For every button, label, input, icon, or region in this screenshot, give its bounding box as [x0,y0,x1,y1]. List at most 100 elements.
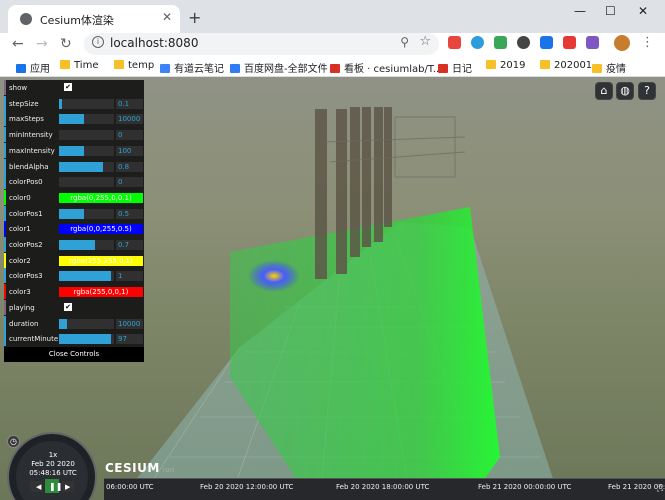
color-input[interactable]: rgba(255,0,0,1) [59,287,143,298]
control-label: duration [9,319,39,328]
control-row-colorPos2: colorPos2 0.7 [4,237,144,253]
extension-5-icon[interactable] [540,36,553,49]
slider[interactable] [59,177,114,188]
control-label: maxIntensity [9,146,55,155]
number-input[interactable]: 0.5 [116,208,143,219]
help-icon[interactable]: ? [638,82,656,100]
bookmark-item[interactable]: Time [60,60,98,71]
slider-fill [59,98,62,109]
bookmark-item[interactable]: 有道云笔记 [160,60,224,75]
control-label: color1 [9,225,31,234]
control-label: show [9,84,28,92]
slider[interactable] [59,145,114,156]
number-input[interactable]: 100 [116,145,143,156]
bookmark-label: 看板 · cesiumlab/T... [344,64,443,75]
control-marker [4,205,6,221]
number-input[interactable]: 0.8 [116,161,143,172]
checkbox[interactable]: ✔ [64,302,72,311]
svg-text:◀: ◀ [36,483,42,491]
color-input[interactable]: rgba(255,255,0,1) [59,255,143,266]
bookmark-item[interactable]: 日记 [438,60,472,75]
timeline[interactable]: ⛶ 06:00:00 UTC Feb 20 2020 12:00:00 UTC Fe… [104,478,665,500]
bookmark-item[interactable]: 百度网盘-全部文件 [230,60,328,75]
number-input[interactable]: 0.1 [116,98,143,109]
bookmark-item[interactable]: 看板 · cesiumlab/T... [330,60,442,75]
profile-avatar[interactable] [614,35,630,51]
number-input[interactable]: 1 [116,271,143,282]
slider-fill [59,334,112,345]
number-input[interactable]: 0.7 [116,240,143,250]
extension-3-icon[interactable] [494,36,507,49]
bookmarks-bar: 应用 Time temp 有道云笔记 百度网盘-全部文件 看板 · cesiumlab/T… [0,57,665,77]
browser-menu-icon[interactable]: ⋮ [641,35,654,50]
apps-icon [16,64,26,73]
zoom-icon[interactable]: ⚲ [400,35,409,49]
checkbox[interactable]: ✔ [64,83,72,91]
control-marker [4,221,6,237]
slider[interactable] [59,161,114,172]
number-input[interactable]: 0 [116,177,143,188]
title-bar: Cesium体渲染 ✕ + — ☐ ✕ [0,0,665,33]
minimize-button[interactable]: — [574,4,586,18]
globe-icon[interactable]: ◍ [616,82,634,100]
slider[interactable] [59,114,114,125]
folder-icon [114,60,124,69]
control-marker [4,80,6,95]
control-marker [4,127,6,143]
svg-text:❚❚: ❚❚ [49,482,62,491]
slider[interactable] [59,318,114,329]
extension-1-icon[interactable] [448,36,461,49]
clock-info-icon[interactable]: ◷ [7,435,20,448]
control-marker [4,111,6,127]
bookmark-label: 百度网盘-全部文件 [244,64,328,75]
control-label: colorPos1 [9,209,43,218]
slider[interactable] [59,271,114,282]
close-controls-button[interactable]: Close Controls [4,347,144,362]
slider[interactable] [59,208,114,219]
slider[interactable] [59,98,114,109]
home-icon[interactable]: ⌂ [595,82,613,100]
bookmark-item[interactable]: temp [114,60,154,71]
bookmark-item[interactable]: 2019 [486,60,525,71]
github-icon [438,64,448,73]
bookmark-star-icon[interactable]: ☆ [419,34,431,49]
bookmark-item[interactable]: 疫情 [592,60,626,75]
bookmark-item[interactable]: 应用 [16,60,50,75]
number-input[interactable]: 97 [116,334,143,345]
control-marker [4,284,6,300]
number-input[interactable]: 10000 [116,114,143,125]
site-info-icon[interactable]: i [92,36,104,48]
extension-4-icon[interactable] [517,36,530,49]
reload-icon[interactable]: ↻ [60,36,72,52]
slider-fill [59,208,84,219]
window-close-button[interactable]: ✕ [638,4,648,18]
slider-fill [59,114,84,125]
control-label: blendAlpha [9,162,49,171]
slider[interactable] [59,334,114,345]
color-input[interactable]: rgba(0,255,0,0.1) [59,192,143,203]
bookmark-label: 有道云笔记 [174,64,224,75]
slider[interactable] [59,130,114,141]
back-icon[interactable]: ← [12,36,24,52]
tab-close-icon[interactable]: ✕ [162,10,172,24]
color-input[interactable]: rgba(0,0,255,0.5) [59,224,143,235]
browser-tab[interactable]: Cesium体渲染 ✕ [8,5,180,33]
extension-2-icon[interactable] [471,36,484,49]
forward-icon[interactable]: → [36,36,48,52]
extension-6-icon[interactable] [563,36,576,49]
number-input[interactable]: 10000 [116,318,143,329]
extension-7-icon[interactable] [586,36,599,49]
control-row-colorPos3: colorPos3 1 [4,268,144,284]
number-input[interactable]: 0 [116,130,143,141]
slider[interactable] [59,240,114,250]
cesium-viewer[interactable]: Close Controls show ✔ stepSize 0.1 maxSteps 1… [0,77,665,500]
control-label: maxSteps [9,115,44,124]
new-tab-button[interactable]: + [188,8,201,27]
dat-gui-panel: Close Controls show ✔ stepSize 0.1 maxSteps 1… [4,80,144,362]
bookmark-item[interactable]: 202001 [540,60,592,71]
maximize-button[interactable]: ☐ [605,4,616,18]
cesium-logo[interactable]: CESIUM ion [105,461,175,475]
address-bar[interactable]: i localhost:8080 ⚲ ☆ [84,33,439,55]
control-row-minIntensity: minIntensity 0 [4,127,144,143]
control-marker [4,142,6,158]
